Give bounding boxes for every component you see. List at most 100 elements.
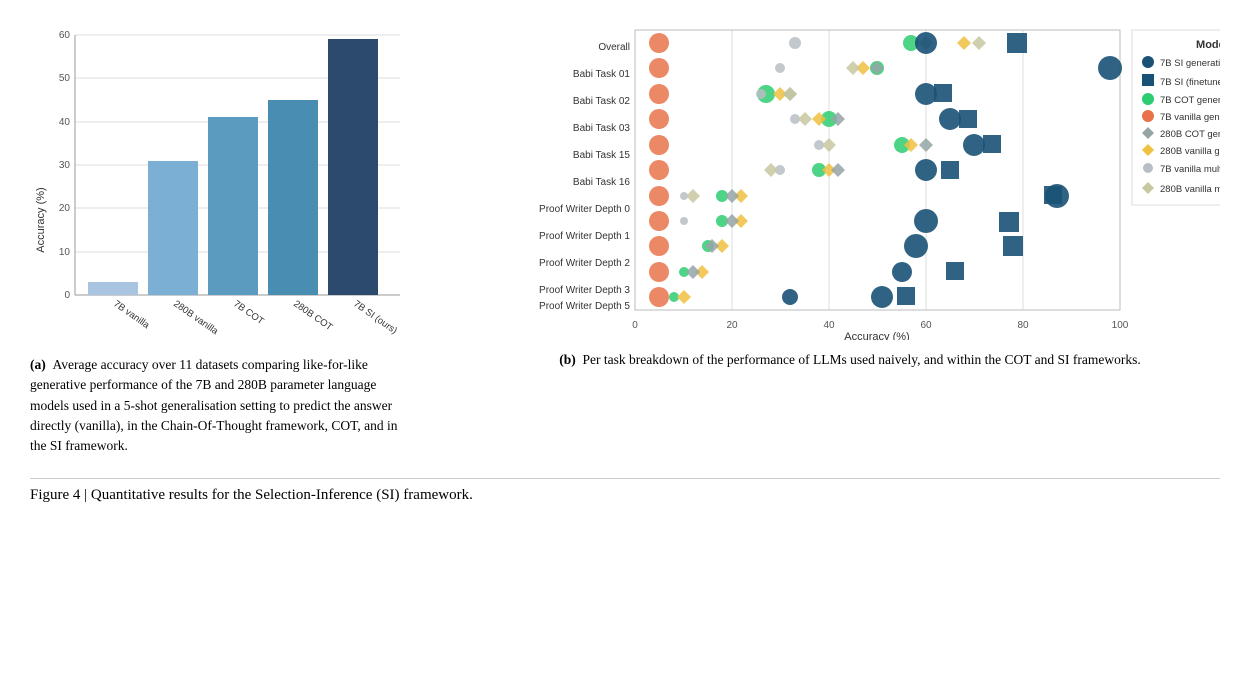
svg-text:50: 50 bbox=[59, 73, 71, 84]
legend-dot bbox=[1142, 110, 1154, 122]
svg-text:30: 30 bbox=[59, 160, 71, 171]
legend-label: 280B vanilla multichoice bbox=[1160, 184, 1220, 195]
dot bbox=[892, 262, 912, 282]
dot bbox=[686, 265, 700, 279]
dot bbox=[919, 138, 933, 152]
bar-7b-si bbox=[328, 39, 378, 295]
svg-text:20: 20 bbox=[59, 203, 71, 214]
bar-chart: Accuracy (%) 0 10 20 30 40 bbox=[30, 20, 420, 340]
legend-dot bbox=[1142, 93, 1154, 105]
svg-text:10: 10 bbox=[59, 247, 71, 258]
dot bbox=[915, 159, 937, 181]
dot bbox=[915, 32, 937, 54]
dot bbox=[831, 163, 845, 177]
legend-dot bbox=[1142, 56, 1154, 68]
bar-280b-vanilla bbox=[148, 161, 198, 295]
y-axis-label: Accuracy (%) bbox=[35, 187, 47, 252]
dot bbox=[649, 84, 669, 104]
panel-b-label: (b) bbox=[559, 352, 576, 367]
svg-text:Babi Task 03: Babi Task 03 bbox=[573, 123, 631, 134]
dot bbox=[1007, 33, 1027, 53]
svg-text:0: 0 bbox=[632, 320, 638, 331]
svg-text:Proof Writer Depth 2: Proof Writer Depth 2 bbox=[539, 258, 630, 269]
xlabel-280b-cot: 280B COT bbox=[291, 298, 334, 333]
legend-label: 7B vanilla generative bbox=[1160, 112, 1220, 123]
dot bbox=[686, 189, 700, 203]
svg-text:Babi Task 15: Babi Task 15 bbox=[573, 150, 631, 161]
dot bbox=[934, 84, 952, 102]
dot bbox=[789, 37, 801, 49]
dot bbox=[959, 110, 977, 128]
svg-text:Proof Writer Depth 1: Proof Writer Depth 1 bbox=[539, 231, 630, 242]
bar-7b-cot bbox=[208, 117, 258, 295]
svg-text:Proof Writer Depth 3: Proof Writer Depth 3 bbox=[539, 285, 630, 296]
dot bbox=[798, 112, 812, 126]
svg-text:20: 20 bbox=[726, 320, 738, 331]
panel-a-caption: (a) Average accuracy over 11 datasets co… bbox=[30, 355, 410, 456]
svg-text:0: 0 bbox=[64, 290, 70, 301]
dot bbox=[983, 135, 1001, 153]
dot-chart: 0 20 40 60 80 100 Accuracy (%) Overall B… bbox=[480, 20, 1220, 340]
legend-title: Models bbox=[1196, 39, 1220, 51]
dot bbox=[649, 186, 669, 206]
dot bbox=[957, 36, 971, 50]
xlabel-7b-cot: 7B COT bbox=[231, 298, 266, 327]
dot bbox=[764, 163, 778, 177]
legend-label: 280B COT generative bbox=[1160, 129, 1220, 140]
charts-row: Accuracy (%) 0 10 20 30 40 bbox=[30, 20, 1220, 456]
svg-text:60: 60 bbox=[59, 30, 71, 41]
legend-label: 7B SI (finetuned) generative bbox=[1160, 77, 1220, 88]
dot bbox=[649, 262, 669, 282]
svg-text:Babi Task 16: Babi Task 16 bbox=[573, 177, 631, 188]
svg-text:Overall: Overall bbox=[598, 42, 630, 53]
panel-a: Accuracy (%) 0 10 20 30 40 bbox=[30, 20, 460, 456]
dot bbox=[725, 189, 739, 203]
dot bbox=[680, 217, 688, 225]
dot bbox=[904, 234, 928, 258]
dot bbox=[725, 214, 739, 228]
dot bbox=[649, 33, 669, 53]
svg-text:Proof Writer Depth 0: Proof Writer Depth 0 bbox=[539, 204, 630, 215]
dot bbox=[915, 83, 937, 105]
dot bbox=[822, 138, 836, 152]
svg-text:60: 60 bbox=[920, 320, 932, 331]
dot bbox=[897, 287, 915, 305]
figure-caption-text: Figure 4 | Quantitative results for the … bbox=[30, 487, 473, 503]
dot bbox=[649, 236, 669, 256]
dot bbox=[846, 61, 860, 75]
xlabel-280b-vanilla: 280B vanilla bbox=[171, 298, 220, 337]
dot bbox=[783, 87, 797, 101]
svg-text:Proof Writer Depth 5: Proof Writer Depth 5 bbox=[539, 301, 630, 312]
main-container: Accuracy (%) 0 10 20 30 40 bbox=[30, 20, 1220, 504]
dot bbox=[649, 160, 669, 180]
dot bbox=[649, 287, 669, 307]
dot bbox=[1003, 236, 1023, 256]
legend-label: 280B vanilla generative bbox=[1160, 146, 1220, 157]
dot bbox=[649, 109, 669, 129]
dot bbox=[649, 135, 669, 155]
svg-text:Babi Task 01: Babi Task 01 bbox=[573, 69, 631, 80]
x-axis-label: Accuracy (%) bbox=[844, 331, 909, 340]
panel-a-label: (a) bbox=[30, 357, 46, 372]
panel-a-caption-text: Average accuracy over 11 datasets compar… bbox=[30, 357, 398, 453]
dot bbox=[677, 290, 691, 304]
figure-caption: Figure 4 | Quantitative results for the … bbox=[30, 478, 1220, 504]
xlabel-7b-si: 7B SI (ours) bbox=[351, 298, 399, 336]
legend-label: 7B COT generative bbox=[1160, 95, 1220, 106]
panel-b-caption-text: Per task breakdown of the performance of… bbox=[583, 352, 1141, 367]
dot bbox=[1044, 186, 1062, 204]
svg-text:40: 40 bbox=[823, 320, 835, 331]
svg-text:100: 100 bbox=[1112, 320, 1129, 331]
dot bbox=[649, 211, 669, 231]
dot bbox=[914, 209, 938, 233]
dot bbox=[756, 89, 766, 99]
svg-text:Babi Task 02: Babi Task 02 bbox=[573, 96, 631, 107]
legend-label: 7B SI generative bbox=[1160, 58, 1220, 69]
dot bbox=[939, 108, 961, 130]
dot bbox=[1098, 56, 1122, 80]
svg-text:40: 40 bbox=[59, 117, 71, 128]
legend-dot bbox=[1142, 74, 1154, 86]
dot bbox=[782, 289, 798, 305]
bar-280b-cot bbox=[268, 100, 318, 295]
legend-dot bbox=[1143, 163, 1153, 173]
